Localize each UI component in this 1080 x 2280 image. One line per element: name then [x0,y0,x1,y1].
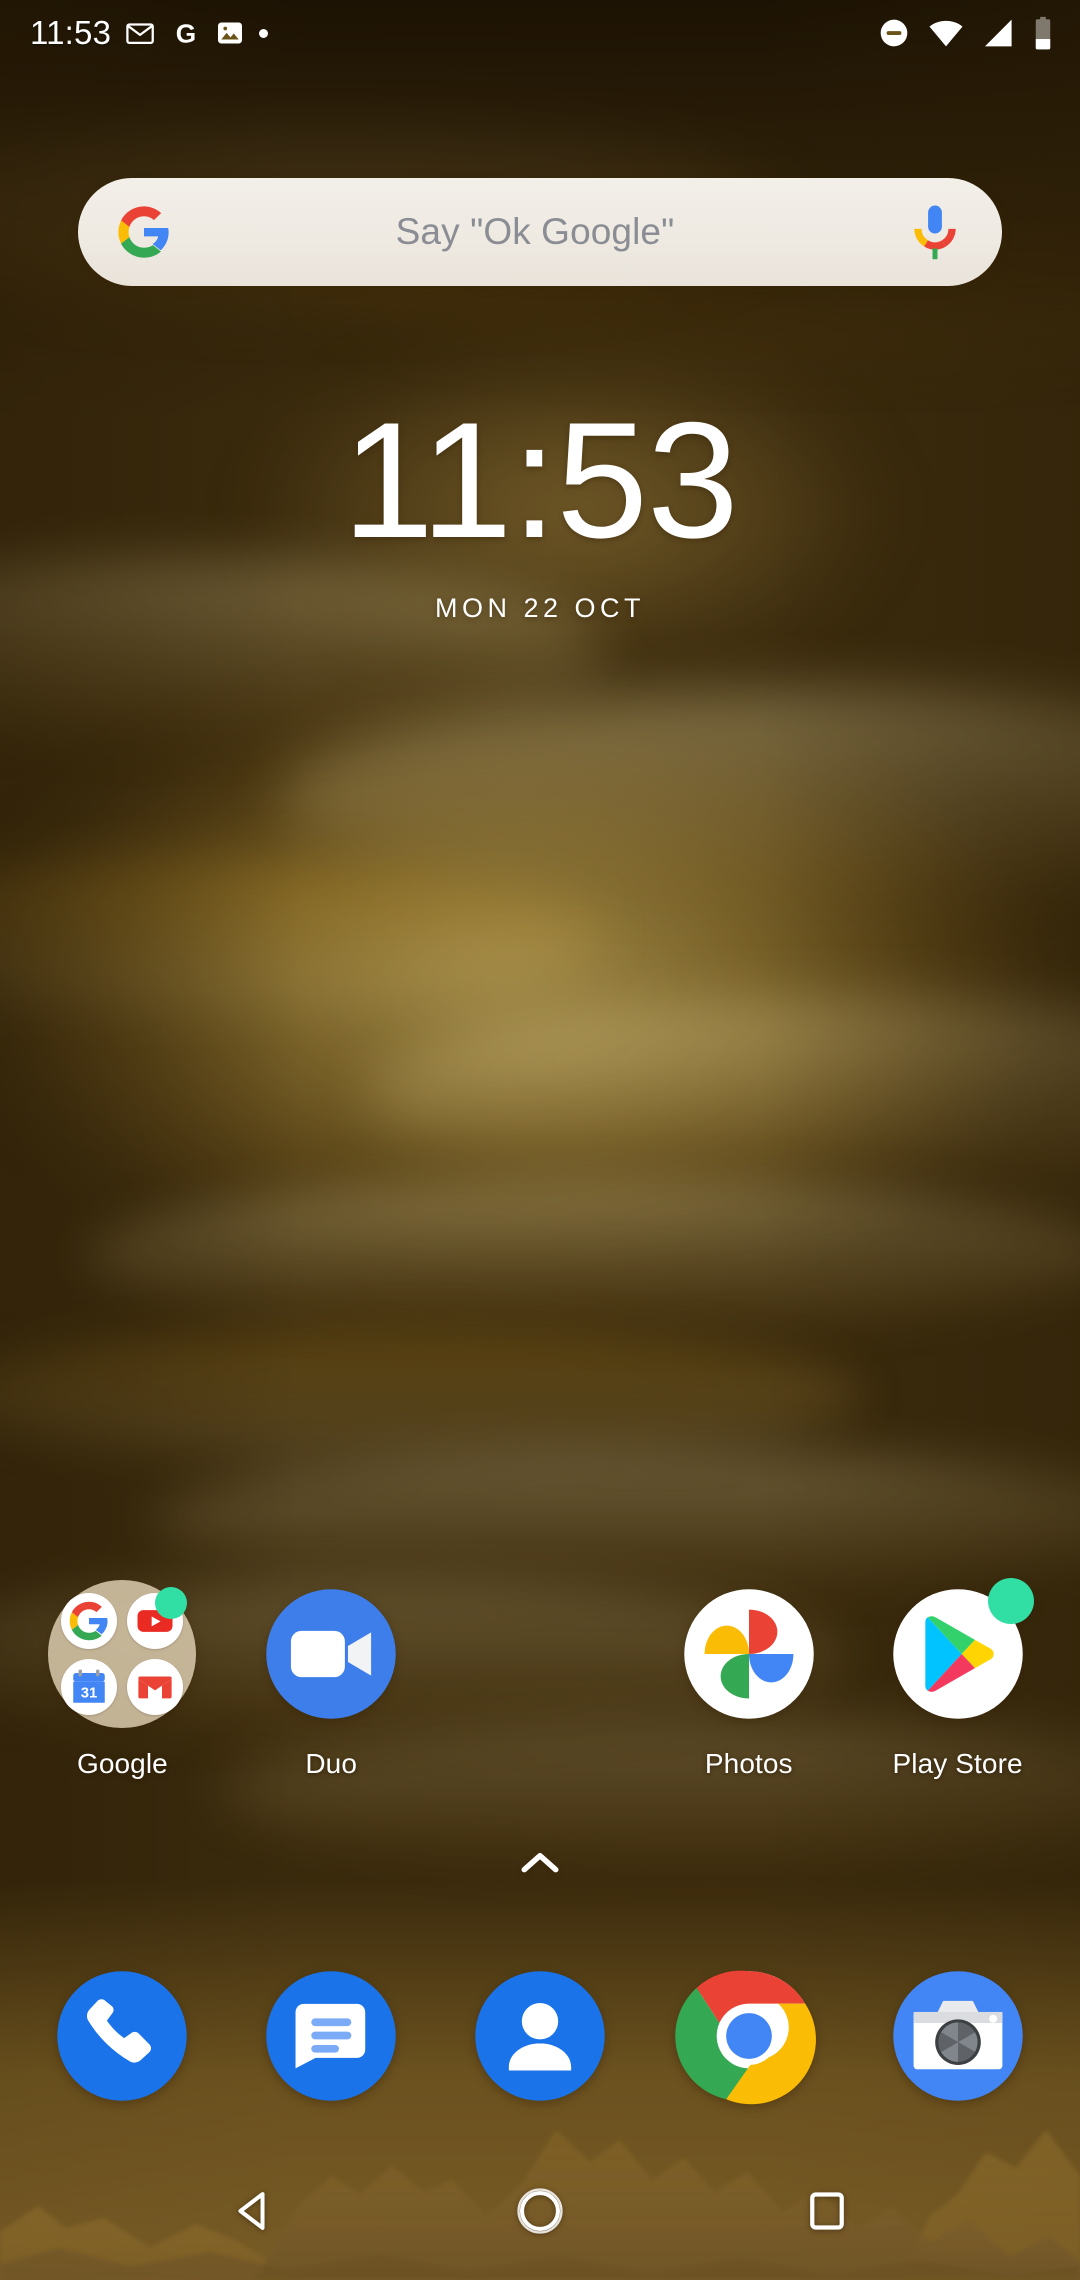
wifi-icon [929,20,963,47]
clock-widget[interactable]: 11:53 MON 22 OCT [0,398,1080,624]
folder-item-gmail-icon [127,1659,184,1715]
chevron-up-icon[interactable] [518,1848,562,1876]
folder-notification-badge [155,1587,188,1619]
empty-icon-slot [466,1580,614,1728]
app-label: Google [76,1748,168,1779]
back-button[interactable] [199,2157,307,2265]
status-bar-right [877,16,1054,50]
app-empty-slot [436,1580,645,1780]
app-label: Duo [305,1748,358,1779]
clock-date: MON 22 OCT [434,593,646,623]
play-store-icon[interactable] [884,1578,1034,1728]
battery-icon [1035,16,1051,50]
dock-item-messages[interactable] [227,1962,436,2110]
phone-icon[interactable] [48,1962,196,2110]
dock [0,1962,1080,2110]
navigation-bar [0,2142,1080,2280]
messages-icon[interactable] [257,1962,405,2110]
home-button[interactable] [486,2157,594,2265]
back-triangle-icon[interactable] [227,2185,279,2237]
google-g-logo [118,206,169,258]
status-bar[interactable]: 11:53 G [0,0,1080,66]
folder-item-youtube-icon [127,1587,188,1649]
google-folder-icon[interactable]: 31 [48,1580,197,1728]
duo-icon[interactable] [257,1580,405,1728]
app-duo[interactable]: Duo [227,1580,436,1780]
app-photos[interactable]: Photos [644,1580,853,1780]
home-circle-icon[interactable] [514,2185,566,2237]
play-store-notification-badge [987,1578,1034,1624]
dock-item-camera[interactable] [853,1962,1062,2110]
gmail-icon [126,23,155,44]
microphone-icon[interactable] [912,201,958,263]
folder-item-google-icon [61,1593,118,1649]
calendar-day-number: 31 [81,1686,98,1702]
recents-button[interactable] [773,2157,881,2265]
search-placeholder: Say "Ok Google" [395,211,675,252]
app-grid: 31 Google Duo Photos Play Store [0,1578,1080,1780]
photos-icon[interactable] [675,1580,823,1728]
recents-square-icon[interactable] [801,2185,853,2237]
do-not-disturb-icon [880,19,908,47]
google-icon: G [176,18,196,48]
app-google-folder[interactable]: 31 Google [18,1580,227,1780]
more-notifications-dot [259,28,269,38]
camera-icon[interactable] [884,1962,1032,2110]
google-search-bar[interactable]: Say "Ok Google" [78,178,1002,286]
wallpaper[interactable] [0,0,1080,2280]
app-label: Photos [704,1748,793,1779]
app-drawer-handle[interactable] [0,1848,1080,1876]
status-bar-clock: 11:53 [30,14,112,51]
contacts-icon[interactable] [466,1962,614,2110]
clock-time: 11:53 [342,388,739,572]
status-bar-left: 11:53 G [30,14,269,52]
dock-item-contacts[interactable] [436,1962,645,2110]
dock-item-phone[interactable] [18,1962,227,2110]
photos-notification-icon [218,22,243,44]
home-screen: 11:53 G Say "Ok Google" 11:53 MON 22 OCT… [0,0,1080,2280]
app-label: Play Store [892,1748,1023,1779]
folder-item-calendar-icon: 31 [61,1659,118,1715]
cellular-signal-icon [984,19,1012,47]
svg-text:G: G [176,18,196,48]
chrome-icon[interactable] [675,1962,823,2110]
app-play-store[interactable]: Play Store [853,1578,1062,1780]
dock-item-chrome[interactable] [644,1962,853,2110]
folder-background: 31 [48,1580,197,1728]
